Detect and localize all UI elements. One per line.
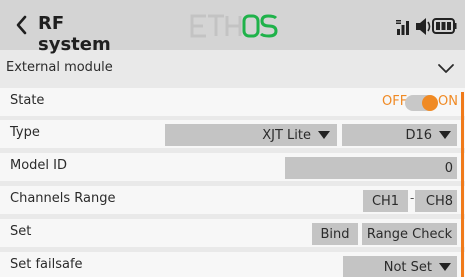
state-label: State	[10, 93, 45, 108]
state-row: State OFF ON	[0, 88, 465, 116]
protocol-select[interactable]: D16	[342, 124, 457, 146]
state-on-label: ON	[438, 94, 458, 109]
channel-start-field[interactable]: CH1	[363, 190, 408, 212]
page-title: RF system	[38, 13, 111, 55]
external-module-section[interactable]: External module	[0, 55, 465, 83]
set-row: Set Bind Range Check	[0, 219, 465, 247]
channels-range-label: Channels Range	[10, 191, 116, 206]
model-id-field[interactable]: 0	[285, 157, 457, 179]
status-icons	[396, 18, 457, 35]
type-label: Type	[10, 125, 40, 140]
failsafe-value: Not Set	[383, 259, 432, 275]
model-id-row: Model ID 0	[0, 153, 465, 181]
set-failsafe-row: Set failsafe Not Set	[0, 252, 465, 277]
range-check-button-label: Range Check	[366, 226, 453, 242]
state-off-label: OFF	[382, 94, 408, 109]
range-separator: -	[410, 191, 415, 205]
chevron-left-icon	[16, 15, 27, 35]
module-type-select[interactable]: XJT Lite	[165, 124, 337, 146]
model-id-label: Model ID	[10, 158, 68, 173]
set-label: Set	[10, 224, 32, 239]
range-check-button[interactable]: Range Check	[362, 223, 457, 245]
volume-icon	[416, 18, 431, 35]
bind-button[interactable]: Bind	[312, 223, 358, 245]
channel-end-value: CH8	[425, 193, 453, 209]
dropdown-arrow-icon	[318, 131, 330, 139]
state-toggle[interactable]	[405, 95, 438, 111]
protocol-value: D16	[405, 127, 432, 143]
toggle-knob	[422, 95, 438, 111]
scrollbar[interactable]	[461, 92, 464, 277]
module-type-value: XJT Lite	[262, 127, 311, 143]
set-failsafe-label: Set failsafe	[10, 257, 83, 272]
section-label: External module	[6, 60, 113, 75]
title-bar: RF system	[0, 0, 465, 55]
channels-range-row: Channels Range CH1 - CH8	[0, 186, 465, 214]
chevron-down-icon[interactable]	[437, 63, 455, 75]
dropdown-arrow-icon	[439, 131, 451, 139]
dropdown-arrow-icon	[439, 263, 451, 271]
back-button[interactable]: RF system	[0, 9, 140, 55]
signal-icon	[396, 20, 409, 35]
bind-button-label: Bind	[320, 226, 350, 242]
ethos-logo	[190, 14, 278, 38]
channel-start-value: CH1	[371, 193, 400, 209]
failsafe-select[interactable]: Not Set	[343, 256, 457, 277]
model-id-value: 0	[444, 160, 453, 176]
channel-end-field[interactable]: CH8	[415, 190, 457, 212]
battery-icon	[432, 18, 457, 34]
type-row: Type XJT Lite D16	[0, 120, 465, 148]
